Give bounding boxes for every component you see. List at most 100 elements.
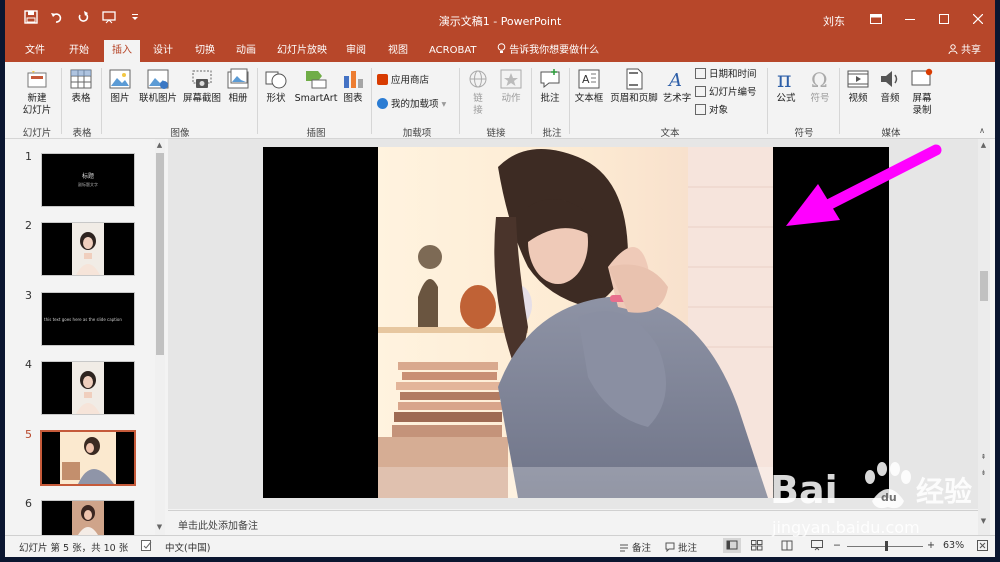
video-icon <box>847 70 869 88</box>
slide-thumbnail-active[interactable] <box>40 430 136 486</box>
group-separator <box>767 68 768 134</box>
album-icon <box>227 68 249 89</box>
ribbon-tabs: 文件 开始 插入 设计 切换 动画 幻灯片放映 审阅 视图 ACROBAT 告诉… <box>5 40 995 62</box>
scroll-thumb[interactable] <box>980 271 988 301</box>
audio-button[interactable]: 音频 <box>875 68 905 105</box>
equation-button[interactable]: π 公式 <box>771 68 801 105</box>
slide-thumbnail[interactable] <box>41 500 135 536</box>
tab-home[interactable]: 开始 <box>61 40 97 62</box>
group-separator <box>61 68 62 134</box>
chart-button[interactable]: 图表 <box>339 68 367 105</box>
share-button[interactable]: 共享 <box>948 40 981 62</box>
scroll-down-arrow[interactable]: ▼ <box>155 523 164 532</box>
baidu-jingyan-watermark: Bai du 经验 jingyan.baidu.com <box>770 455 980 548</box>
tab-animations[interactable]: 动画 <box>228 40 264 62</box>
minimize-icon[interactable] <box>893 0 927 40</box>
tell-me-box[interactable]: 告诉我你想要做什么 <box>497 40 599 62</box>
tab-slideshow[interactable]: 幻灯片放映 <box>269 40 335 62</box>
screenshot-button[interactable]: 屏幕截图 <box>179 68 225 105</box>
link-button[interactable]: 链 接 <box>465 68 491 117</box>
close-icon[interactable] <box>961 0 995 40</box>
symbol-label: 符号 <box>810 93 830 104</box>
new-slide-button[interactable]: 新建 幻灯片 <box>17 68 57 117</box>
globe-link-icon <box>469 70 487 88</box>
thumb-subtitle: 副标题文字 <box>78 182 98 187</box>
new-slide-label: 新建 幻灯片 <box>22 93 52 116</box>
lightbulb-icon <box>497 43 506 53</box>
wordart-button[interactable]: A 艺术字 <box>661 68 693 105</box>
language-status[interactable]: 中文(中国) <box>165 540 210 554</box>
screen-recording-button[interactable]: 屏幕 录制 <box>907 68 937 117</box>
normal-view-button[interactable] <box>723 538 741 553</box>
slide-thumbnail[interactable]: 标题 副标题文字 <box>41 153 135 207</box>
group-separator <box>531 68 532 134</box>
scroll-down-arrow[interactable]: ▼ <box>979 517 988 526</box>
maximize-icon[interactable] <box>927 0 961 40</box>
window-controls <box>859 0 995 40</box>
shapes-button[interactable]: 形状 <box>261 68 291 105</box>
online-picture-button[interactable]: 联机图片 <box>137 68 179 105</box>
tab-file[interactable]: 文件 <box>17 40 53 62</box>
watermark-brand-cn: 经验 <box>916 475 972 508</box>
slide-thumbnail[interactable] <box>41 222 135 276</box>
group-text-label: 文本 <box>660 128 680 139</box>
textbox-label: 文本框 <box>574 93 604 104</box>
smartart-button[interactable]: SmartArt <box>293 68 339 105</box>
ribbon-display-icon[interactable] <box>859 0 893 40</box>
smartart-label: SmartArt <box>294 93 338 104</box>
comment-button[interactable]: 批注 <box>535 68 565 105</box>
shapes-icon <box>265 71 287 89</box>
slide-thumbnail[interactable] <box>41 361 135 415</box>
header-footer-button[interactable]: 页眉和页脚 <box>609 68 659 105</box>
slide-number-button[interactable]: 幻灯片编号 <box>695 86 757 100</box>
svg-text:π: π <box>777 68 791 90</box>
addins-icon <box>377 98 388 109</box>
tab-view[interactable]: 视图 <box>380 40 416 62</box>
thumbnail-scrollbar[interactable]: ▲ ▼ <box>155 139 165 535</box>
spell-check-icon[interactable] <box>141 540 153 554</box>
slide-number: 2 <box>25 219 32 232</box>
screenshot-icon <box>192 70 212 88</box>
group-slides-label: 幻灯片 <box>22 128 52 139</box>
tab-review[interactable]: 审阅 <box>338 40 374 62</box>
picture-button[interactable]: 图片 <box>105 68 135 105</box>
object-button[interactable]: 对象 <box>695 104 728 118</box>
scroll-up-arrow[interactable]: ▲ <box>155 141 164 150</box>
textbox-button[interactable]: A 文本框 <box>573 68 605 105</box>
comments-toggle[interactable]: 批注 <box>665 540 697 554</box>
my-addins-label: 我的加载项 <box>391 99 439 110</box>
group-separator <box>459 68 460 134</box>
scroll-up-arrow[interactable]: ▲ <box>979 141 988 150</box>
user-name[interactable]: 刘东 <box>823 13 845 29</box>
slide-sorter-icon[interactable] <box>751 540 763 554</box>
ribbon-insert: 新建 幻灯片 幻灯片 表格 表格 图片 联机图片 屏幕截图 相册 图像 形状 S… <box>5 62 995 139</box>
my-addins-button[interactable]: 我的加载项 ▾ <box>377 98 446 112</box>
header-footer-label: 页眉和页脚 <box>610 93 658 104</box>
omega-icon: Ω <box>811 68 828 90</box>
video-button[interactable]: 视频 <box>843 68 873 105</box>
next-slide-icon[interactable]: ⇟ <box>979 469 988 478</box>
album-button[interactable]: 相册 <box>223 68 253 105</box>
date-time-button[interactable]: 日期和时间 <box>695 68 757 82</box>
tab-insert[interactable]: 插入 <box>104 40 140 62</box>
slide-photo[interactable] <box>378 147 773 498</box>
notes-toggle[interactable]: 备注 <box>619 540 651 554</box>
collapse-ribbon-icon[interactable]: ∧ <box>979 126 985 135</box>
slide-thumbnail[interactable]: this text goes here as the slide caption <box>41 292 135 346</box>
group-images-label: 图像 <box>170 128 190 139</box>
tab-transitions[interactable]: 切换 <box>187 40 223 62</box>
tab-design[interactable]: 设计 <box>145 40 181 62</box>
symbol-button[interactable]: Ω 符号 <box>805 68 835 105</box>
action-button[interactable]: 动作 <box>497 68 525 105</box>
group-separator <box>101 68 102 134</box>
prev-slide-icon[interactable]: ⇞ <box>979 453 988 462</box>
tab-acrobat[interactable]: ACROBAT <box>421 40 485 62</box>
screen-recording-icon <box>911 68 933 86</box>
slide-editor <box>168 139 988 509</box>
comment-icon <box>540 69 560 89</box>
app-store-button[interactable]: 应用商店 <box>377 74 429 88</box>
table-button[interactable]: 表格 <box>65 68 97 105</box>
scroll-thumb[interactable] <box>156 153 164 355</box>
chart-label: 图表 <box>343 93 363 104</box>
slide-number: 3 <box>25 289 32 302</box>
